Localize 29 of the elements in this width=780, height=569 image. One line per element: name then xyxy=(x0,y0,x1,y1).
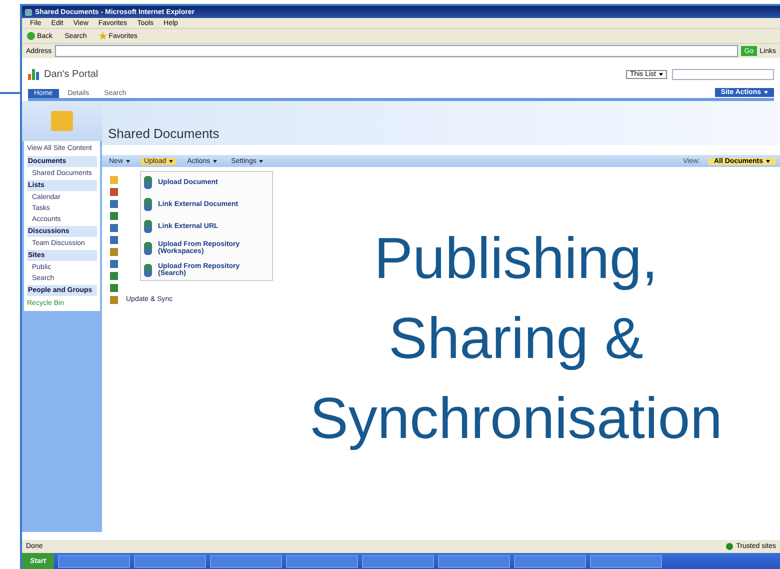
caret-icon xyxy=(259,160,264,162)
caret-icon xyxy=(766,160,770,162)
caret-icon xyxy=(659,72,663,76)
taskbar-button[interactable] xyxy=(210,554,282,568)
taskbar-button[interactable] xyxy=(362,554,434,568)
taskbar-button[interactable] xyxy=(590,554,662,568)
taskbar-button[interactable] xyxy=(514,554,586,568)
caret-icon xyxy=(764,91,768,94)
slide-title: Publishing, Sharing & Synchronisation xyxy=(308,225,724,453)
taskbar-button[interactable] xyxy=(58,554,130,568)
upload-icon xyxy=(144,176,152,188)
address-field[interactable] xyxy=(54,45,738,57)
page-title: Shared Documents xyxy=(108,126,220,141)
caret-icon xyxy=(126,160,130,162)
caret-icon xyxy=(213,160,218,162)
upload-icon xyxy=(144,220,152,232)
upload-icon xyxy=(144,264,152,276)
folder-icon xyxy=(51,111,73,131)
bar-chart-icon xyxy=(28,68,39,80)
upload-icon xyxy=(144,242,152,254)
taskbar-button[interactable] xyxy=(134,554,206,568)
star-icon xyxy=(98,32,107,40)
search-field[interactable] xyxy=(672,68,774,80)
caret-icon xyxy=(169,160,174,162)
taskbar-button[interactable] xyxy=(438,554,510,568)
portal-title: Dan's Portal xyxy=(44,68,98,80)
taskbar-button[interactable] xyxy=(286,554,358,568)
browser-icon xyxy=(25,8,32,16)
upload-icon xyxy=(144,198,152,210)
